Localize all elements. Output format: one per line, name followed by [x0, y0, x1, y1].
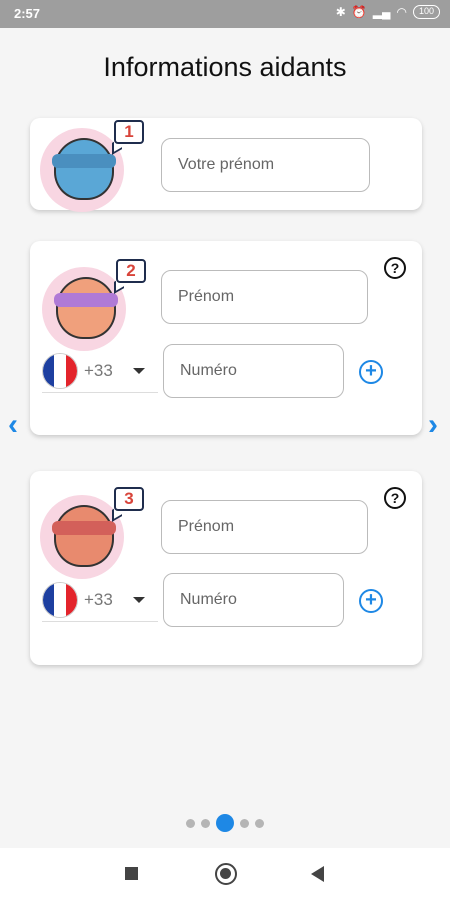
avatar-number-badge: 3 — [114, 487, 144, 511]
phone-number-input[interactable]: Numéro — [163, 344, 344, 398]
caregiver-card-1: 1 Votre prénom — [30, 118, 422, 212]
avatar-figure — [54, 138, 114, 200]
avatar-mask — [54, 293, 118, 307]
chevron-down-icon — [132, 596, 145, 603]
country-code-value: +33 — [84, 589, 113, 609]
country-code-select[interactable]: +33 — [42, 578, 158, 622]
home-icon[interactable] — [215, 863, 237, 885]
add-number-icon[interactable]: + — [359, 589, 383, 613]
first-name-input[interactable]: Votre prénom — [161, 138, 370, 192]
status-time: 2:57 — [14, 6, 41, 21]
avatar-figure — [56, 277, 116, 339]
wifi-icon: ◠ — [396, 5, 407, 19]
avatar-number-badge: 1 — [114, 120, 144, 144]
chevron-down-icon — [132, 367, 145, 374]
first-name-input[interactable]: Prénom — [161, 270, 368, 324]
status-bar: 2:57 ✱ ⏰ ▂▄ ◠ 100 — [0, 0, 450, 28]
first-name-placeholder: Prénom — [178, 518, 235, 535]
add-number-icon[interactable]: + — [359, 360, 383, 384]
france-flag-icon — [42, 581, 78, 618]
caregiver-card-2: 2 ? Prénom +33 Numéro + — [30, 241, 422, 435]
system-navigation-bar — [0, 848, 450, 900]
alarm-icon: ⏰ — [351, 5, 367, 19]
page-dot[interactable] — [186, 818, 195, 828]
country-code-value: +33 — [84, 360, 113, 380]
help-icon[interactable]: ? — [384, 257, 406, 279]
avatar: 2 — [42, 259, 152, 351]
avatar-number-badge: 2 — [116, 259, 146, 283]
page-indicator — [0, 814, 450, 832]
page-dot[interactable] — [201, 818, 210, 828]
country-code-select[interactable]: +33 — [42, 349, 158, 393]
next-arrow-icon[interactable]: › — [428, 408, 438, 442]
phone-number-placeholder: Numéro — [180, 362, 237, 379]
avatar: 3 — [40, 487, 150, 579]
phone-number-input[interactable]: Numéro — [163, 573, 344, 627]
avatar-mask — [52, 154, 116, 168]
page-dot[interactable] — [255, 818, 264, 828]
avatar: 1 — [40, 120, 150, 212]
avatar-mask — [52, 521, 116, 535]
back-icon[interactable] — [311, 866, 324, 882]
first-name-input[interactable]: Prénom — [161, 500, 368, 554]
phone-number-placeholder: Numéro — [180, 591, 237, 608]
recent-apps-icon[interactable] — [125, 867, 138, 880]
page-title: Informations aidants — [103, 52, 347, 82]
first-name-placeholder: Prénom — [178, 288, 235, 305]
first-name-placeholder: Votre prénom — [178, 156, 275, 173]
help-icon[interactable]: ? — [384, 487, 406, 509]
previous-arrow-icon[interactable]: ‹ — [8, 408, 18, 442]
bluetooth-icon: ✱ — [335, 5, 346, 19]
page-dot[interactable] — [240, 818, 249, 828]
status-icons: ✱ ⏰ ▂▄ ◠ 100 — [336, 5, 440, 19]
france-flag-icon — [42, 352, 78, 389]
signal-icon: ▂▄ — [372, 5, 391, 19]
battery-icon: 100 — [412, 5, 440, 19]
avatar-figure — [54, 505, 114, 567]
page-dot-active[interactable] — [216, 814, 234, 832]
caregiver-card-3: 3 ? Prénom +33 Numéro + — [30, 471, 422, 665]
